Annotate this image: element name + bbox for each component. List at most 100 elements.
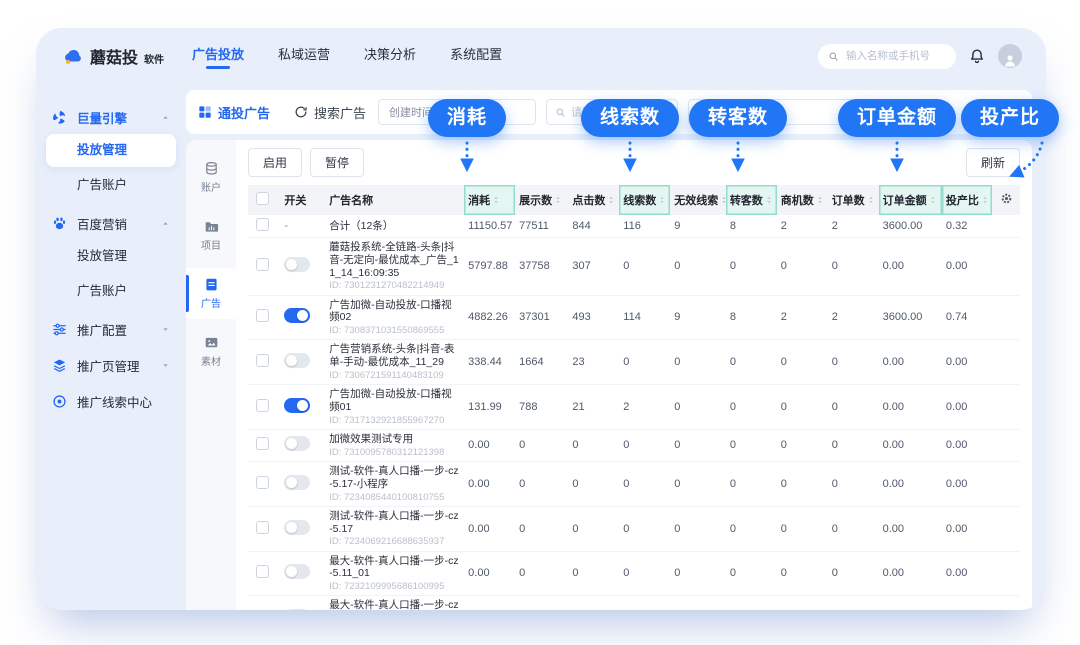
- sort-icon[interactable]: [929, 195, 937, 207]
- metric-cell: 0: [828, 238, 879, 296]
- nav-item[interactable]: 广告投放: [192, 44, 244, 69]
- row-toggle[interactable]: [284, 564, 310, 579]
- metric-cell: 0: [568, 461, 619, 506]
- enable-button[interactable]: 启用: [248, 148, 302, 177]
- sidebar-group[interactable]: 百度营销: [46, 208, 176, 238]
- topbar: 蘑菇投 软件 广告投放 私域运营 决策分析 系统配置: [36, 28, 1046, 84]
- metric-cell: 0: [670, 385, 726, 430]
- row-toggle[interactable]: [284, 609, 310, 610]
- metric-cell: 0: [828, 506, 879, 551]
- rail-item[interactable]: 账户: [186, 152, 236, 203]
- sidebar-group[interactable]: 推广页管理: [46, 350, 176, 380]
- row-toggle[interactable]: [284, 308, 310, 323]
- avatar[interactable]: [998, 44, 1022, 68]
- sidebar-group[interactable]: 巨量引擎: [46, 102, 176, 132]
- rail-item[interactable]: 项目: [186, 210, 236, 261]
- metric-cell: 0: [828, 461, 879, 506]
- pause-button[interactable]: 暂停: [310, 148, 364, 177]
- table-area: 启用 暂停 刷新 开关广告名称消耗: [236, 140, 1032, 610]
- metric-cell: 0: [726, 461, 777, 506]
- ad-id: ID: 7301231270482214949: [329, 280, 460, 291]
- row-toggle[interactable]: [284, 475, 310, 490]
- row-toggle[interactable]: [284, 436, 310, 451]
- sort-icon[interactable]: [816, 195, 824, 207]
- projects-icon: [204, 219, 219, 234]
- metric-cell: 8: [726, 215, 777, 238]
- metric-cell: 3600.00: [879, 215, 942, 238]
- column-header[interactable]: 线索数: [619, 185, 670, 215]
- sidebar-group[interactable]: 推广配置: [46, 314, 176, 344]
- global-search-input[interactable]: [844, 49, 946, 63]
- column-header[interactable]: 订单数: [828, 185, 879, 215]
- column-label: 转客数: [730, 195, 763, 207]
- row-checkbox[interactable]: [256, 476, 269, 489]
- status-select[interactable]: 广告状态: [688, 99, 864, 125]
- metric-cell: 0.00: [464, 596, 515, 610]
- app-logo: 蘑菇投 软件: [60, 44, 164, 68]
- row-checkbox[interactable]: [256, 218, 269, 231]
- row-checkbox[interactable]: [256, 258, 269, 271]
- date-filter[interactable]: 创建时间 请选择: [378, 99, 536, 125]
- sidebar-item[interactable]: 投放管理: [46, 240, 176, 273]
- nav-item[interactable]: 系统配置: [450, 44, 502, 69]
- sort-icon[interactable]: [607, 195, 615, 207]
- refresh-button[interactable]: 刷新: [966, 148, 1020, 177]
- metric-cell: 0.00: [942, 385, 992, 430]
- metric-cell: 0.00: [464, 506, 515, 551]
- metric-cell: 0: [726, 506, 777, 551]
- sort-icon[interactable]: [981, 195, 989, 207]
- table-row: 测试-软件-真人口播-一步-cz-5.17-小程序ID: 72340854401…: [248, 461, 1020, 506]
- ad-search-input[interactable]: 请输入广告名称或项目名称: [546, 99, 678, 125]
- sidebar-item[interactable]: 广告账户: [46, 169, 176, 202]
- row-checkbox[interactable]: [256, 521, 269, 534]
- row-toggle[interactable]: [284, 257, 310, 272]
- rail-item[interactable]: 素材: [186, 326, 236, 377]
- sort-icon[interactable]: [720, 195, 726, 207]
- row-checkbox[interactable]: [256, 399, 269, 412]
- column-header[interactable]: 订单金额: [879, 185, 942, 215]
- row-checkbox[interactable]: [256, 565, 269, 578]
- metric-cell: 0: [828, 340, 879, 385]
- chevron-up-icon: [161, 113, 170, 122]
- column-label: 消耗: [468, 195, 490, 207]
- column-header[interactable]: 消耗: [464, 185, 515, 215]
- sort-icon[interactable]: [492, 195, 500, 207]
- nav-item[interactable]: 决策分析: [364, 44, 416, 69]
- sort-icon[interactable]: [554, 195, 562, 207]
- ad-name: 广告加微-自动投放-口播视频02: [329, 299, 460, 325]
- column-header[interactable]: 展示数: [515, 185, 568, 215]
- row-toggle[interactable]: [284, 398, 310, 413]
- column-header[interactable]: 无效线索: [670, 185, 726, 215]
- row-toggle[interactable]: [284, 520, 310, 535]
- date-filter-placeholder: 请选择: [445, 104, 478, 120]
- bell-icon[interactable]: [969, 48, 985, 65]
- sort-icon[interactable]: [658, 195, 666, 207]
- row-toggle[interactable]: [284, 353, 310, 368]
- rail-item[interactable]: 广告: [186, 268, 236, 319]
- sidebar-group[interactable]: 推广线索中心: [46, 386, 176, 416]
- column-header[interactable]: 投产比: [942, 185, 992, 215]
- sort-icon[interactable]: [867, 195, 875, 207]
- row-checkbox[interactable]: [256, 309, 269, 322]
- nav-item[interactable]: 私域运营: [278, 44, 330, 69]
- column-header[interactable]: 商机数: [777, 185, 828, 215]
- select-all-checkbox[interactable]: [256, 192, 269, 205]
- table-row: 广告加微-自动投放-口播视频02ID: 73083710315508695554…: [248, 295, 1020, 340]
- metric-cell: 116: [619, 215, 670, 238]
- metric-cell: 0.00: [879, 506, 942, 551]
- column-header[interactable]: 点击数: [568, 185, 619, 215]
- sidebar-item[interactable]: 投放管理: [46, 134, 176, 167]
- metric-cell: 0: [726, 340, 777, 385]
- global-search[interactable]: [818, 44, 956, 69]
- column-header[interactable]: 转客数: [726, 185, 777, 215]
- sort-icon[interactable]: [765, 195, 773, 207]
- metric-cell: 37301: [515, 295, 568, 340]
- ad-id: ID: 7234069216688635937: [329, 536, 460, 547]
- tab-active[interactable]: 通投广告: [198, 103, 270, 122]
- tab-item[interactable]: 搜索广告: [294, 103, 366, 122]
- sidebar-item[interactable]: 广告账户: [46, 275, 176, 308]
- row-checkbox[interactable]: [256, 437, 269, 450]
- row-checkbox[interactable]: [256, 354, 269, 367]
- metric-cell: 0: [828, 385, 879, 430]
- column-settings-button[interactable]: [992, 185, 1020, 215]
